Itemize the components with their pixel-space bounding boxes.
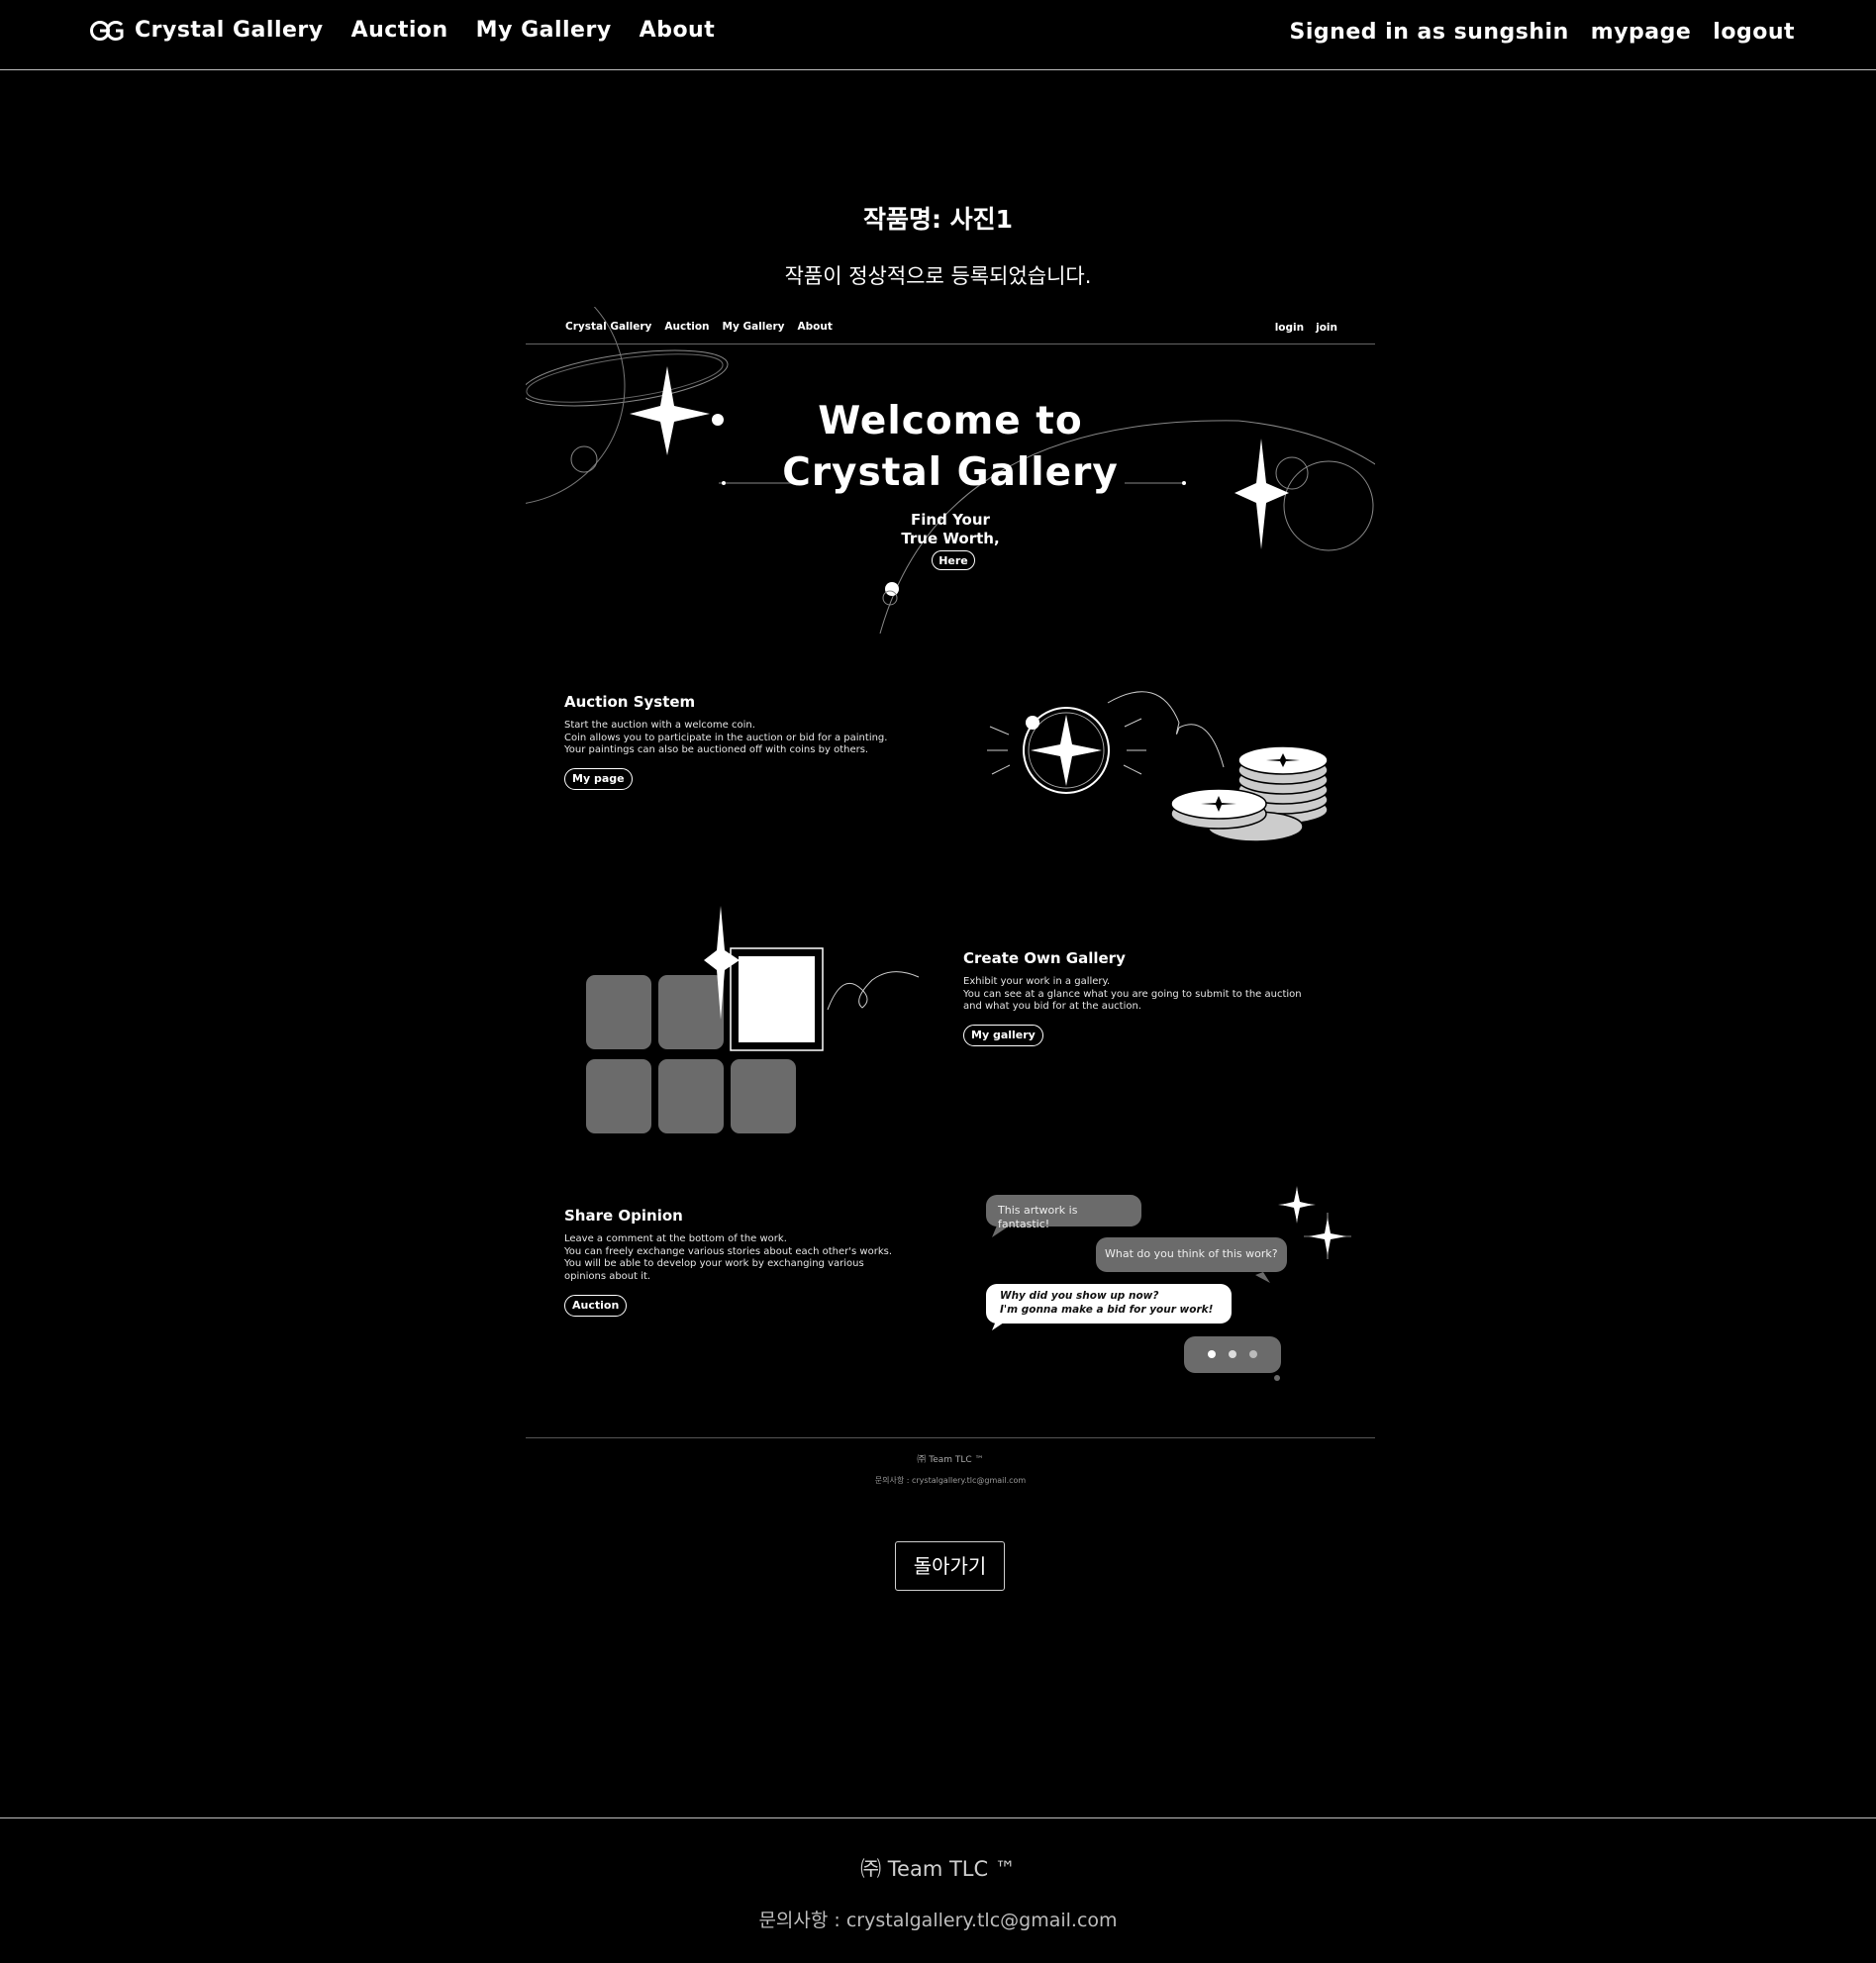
typing-dots-icon bbox=[1208, 1350, 1257, 1358]
artwork-opinion-line: You will be able to develop your work by… bbox=[564, 1258, 864, 1270]
signed-in-text: Signed in as sungshin bbox=[1289, 20, 1569, 45]
artwork-auction-title: Auction System bbox=[564, 693, 696, 711]
artwork-auction-line: Start the auction with a welcome coin. bbox=[564, 720, 755, 731]
artwork-gallery-line: You can see at a glance what you are goi… bbox=[963, 988, 1302, 1000]
artwork-title: 작품명: 사진1 bbox=[862, 205, 1014, 234]
artwork-gallery-line: and what you bid for at the auction. bbox=[963, 1001, 1141, 1013]
footer-team: ㈜ Team TLC ™ bbox=[860, 1857, 1016, 1881]
artwork-footer-divider bbox=[526, 1437, 1375, 1438]
brand-logo-icon bbox=[90, 20, 124, 41]
artwork-hero-line2: Crystal Gallery bbox=[782, 450, 1119, 495]
artwork-auction-text: Start the auction with a welcome coin. C… bbox=[564, 720, 887, 757]
brand-name: Crystal Gallery bbox=[135, 18, 324, 43]
artwork-mygallery-button: My gallery bbox=[963, 1025, 1043, 1046]
artwork-join: join bbox=[1316, 322, 1337, 334]
artwork-opinion-line: Leave a comment at the bottom of the wor… bbox=[564, 1233, 787, 1244]
artwork-opinion-title: Share Opinion bbox=[564, 1207, 683, 1225]
artwork-gallery-title: Create Own Gallery bbox=[963, 949, 1126, 967]
nav-link-about[interactable]: About bbox=[640, 18, 716, 43]
back-button[interactable]: 돌아가기 bbox=[895, 1541, 1005, 1591]
artwork-chat-bubble: What do you think of this work? bbox=[1096, 1237, 1287, 1272]
artwork-typing-bubble bbox=[1184, 1336, 1281, 1373]
artwork-link-about: About bbox=[797, 321, 833, 333]
logout-link[interactable]: logout bbox=[1713, 20, 1795, 45]
artwork-opinion-text: Leave a comment at the bottom of the wor… bbox=[564, 1233, 892, 1284]
artwork-login: login bbox=[1274, 322, 1305, 334]
artwork-hero-line1: Welcome to bbox=[818, 399, 1083, 443]
nav-link-auction[interactable]: Auction bbox=[351, 18, 448, 43]
artwork-gallery-line: Exhibit your work in a gallery. bbox=[963, 976, 1111, 987]
artwork-opinion-line: You can freely exchange various stories … bbox=[564, 1245, 893, 1257]
artwork-auction-button: Auction bbox=[564, 1295, 628, 1317]
artwork-opinion-line: opinions about it. bbox=[564, 1271, 651, 1283]
artwork-hero-button: Here bbox=[932, 550, 975, 570]
artwork-auction-line: Your paintings can also be auctioned off… bbox=[564, 744, 869, 756]
artwork-mypage-button: My page bbox=[564, 768, 633, 790]
nav-link-my-gallery[interactable]: My Gallery bbox=[476, 18, 612, 43]
artwork-brand: Crystal Gallery bbox=[565, 321, 652, 333]
artwork-hero-find2: True Worth, bbox=[901, 530, 1000, 547]
brand-link[interactable]: Crystal Gallery bbox=[89, 18, 324, 43]
footer-divider bbox=[0, 1817, 1876, 1818]
artwork-image: Crystal Gallery Auction My Gallery About… bbox=[526, 307, 1375, 1495]
artwork-hero-find1: Find Your bbox=[911, 511, 990, 529]
top-navbar: Crystal Gallery Auction My Gallery About… bbox=[0, 0, 1876, 70]
artwork-mini-nav-right: login join bbox=[1263, 322, 1337, 334]
success-message: 작품이 정상적으로 등록되었습니다. bbox=[784, 264, 1092, 288]
mypage-link[interactable]: mypage bbox=[1591, 20, 1692, 45]
artwork-link-my-gallery: My Gallery bbox=[722, 321, 785, 333]
artwork-gallery-text: Exhibit your work in a gallery. You can … bbox=[963, 976, 1302, 1014]
artwork-footer-contact: 문의사항 : crystalgallery.tlc@gmail.com bbox=[874, 1476, 1027, 1485]
artwork-chat-bubble: This artwork is fantastic! bbox=[986, 1195, 1141, 1230]
nav-right: Signed in as sungshin mypage logout bbox=[1268, 20, 1795, 45]
artwork-footer-team: ㈜ Team TLC ™ bbox=[917, 1455, 984, 1465]
artwork-chat-bubble-white: Why did you show up now? I'm gonna make … bbox=[986, 1284, 1232, 1324]
artwork-chat-line: I'm gonna make a bid for your work! bbox=[1000, 1304, 1214, 1316]
artwork-mini-navbar: Crystal Gallery Auction My Gallery About… bbox=[526, 307, 1375, 344]
artwork-hero-tagline: Find Your True Worth, bbox=[526, 511, 1375, 548]
footer-contact: 문의사항 : crystalgallery.tlc@gmail.com bbox=[758, 1910, 1118, 1931]
artwork-link-auction: Auction bbox=[664, 321, 710, 333]
nav-left: Crystal Gallery Auction My Gallery About bbox=[89, 18, 742, 43]
artwork-auction-line: Coin allows you to participate in the au… bbox=[564, 732, 888, 743]
artwork-chat-line: Why did you show up now? bbox=[1000, 1290, 1159, 1302]
artwork-mini-nav-left: Crystal Gallery Auction My Gallery About bbox=[565, 321, 845, 333]
